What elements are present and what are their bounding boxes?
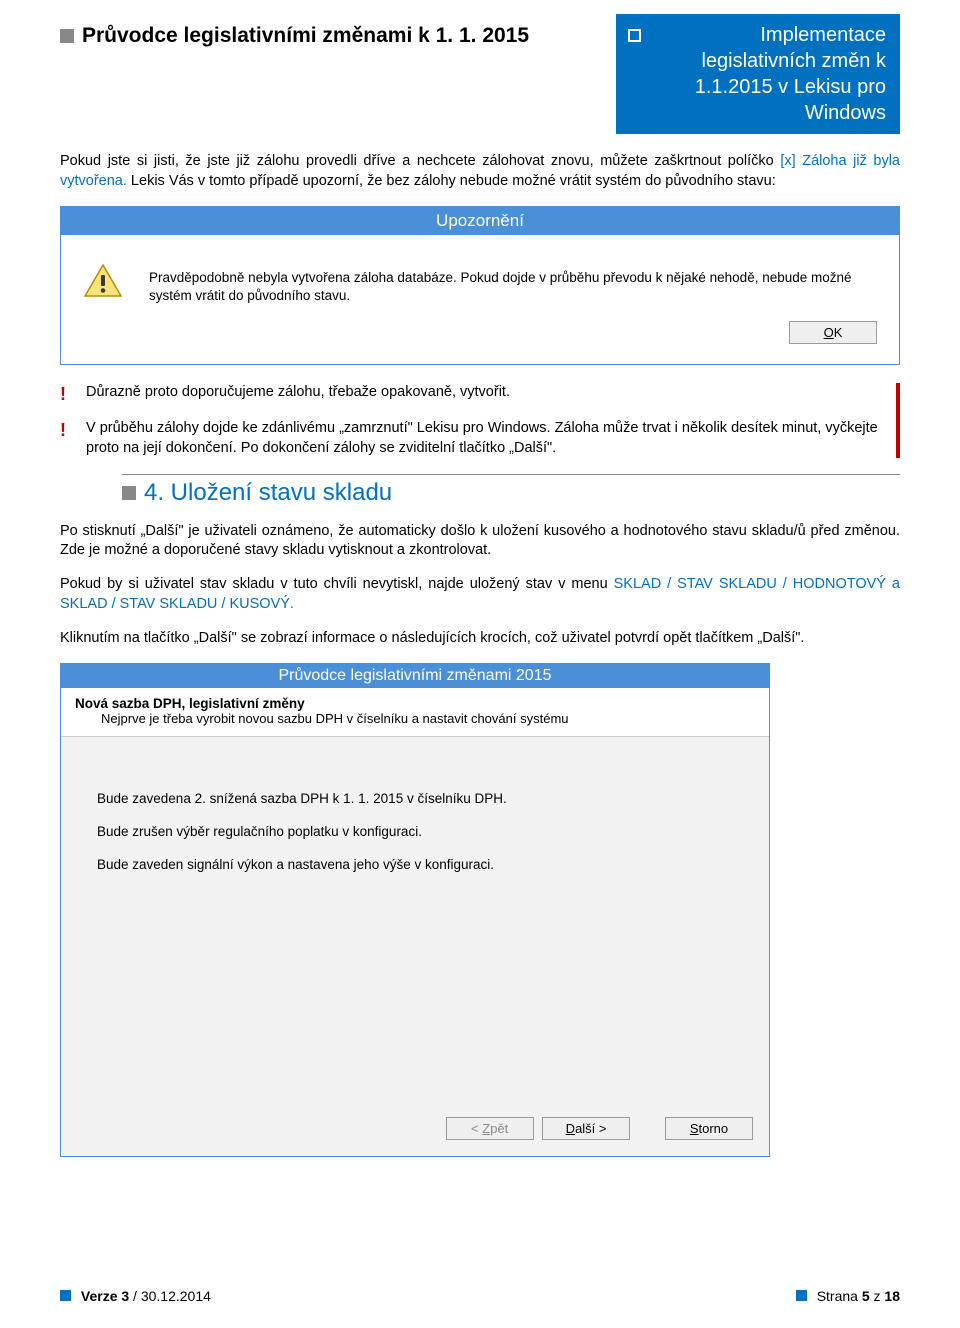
page-header: Průvodce legislativními změnami k 1. 1. … xyxy=(60,14,900,134)
section-4-heading: 4. Uložení stavu skladu xyxy=(122,474,900,507)
exclamation-icon: ! xyxy=(60,383,86,403)
section-4-p3: Kliknutím na tlačítko „Další" se zobrazí… xyxy=(60,629,900,649)
footer-right: Strana 5 z 18 xyxy=(817,1288,900,1304)
warning-triangle-icon xyxy=(83,263,123,299)
wizard-title: Průvodce legislativními změnami 2015 xyxy=(61,664,769,688)
square-bullet-small-icon xyxy=(796,1290,807,1301)
warning-dialog-title: Upozornění xyxy=(61,207,899,235)
cancel-button[interactable]: Storno xyxy=(665,1117,753,1140)
square-bullet-small-icon xyxy=(60,1290,71,1301)
wizard-body-line: Bude zavedena 2. snížená sazba DPH k 1. … xyxy=(97,791,749,806)
wizard-body-line: Bude zaveden signální výkon a nastavena … xyxy=(97,857,749,872)
wizard-step-title: Nová sazba DPH, legislativní změny xyxy=(75,696,755,711)
footer-left: Verze 3 / 30.12.2014 xyxy=(81,1288,211,1304)
back-button[interactable]: < Zpět xyxy=(446,1117,534,1140)
wizard-step-subtitle: Nejprve je třeba vyrobit novou sazbu DPH… xyxy=(75,711,755,726)
warning-dialog-message: Pravděpodobně nebyla vytvořena záloha da… xyxy=(149,269,877,305)
wizard-dialog: Průvodce legislativními změnami 2015 Nov… xyxy=(60,663,770,1157)
wizard-body-line: Bude zrušen výběr regulačního poplatku v… xyxy=(97,824,749,839)
ok-button[interactable]: OK xyxy=(789,321,877,344)
doc-title-right: Implementace legislativních změn k 1.1.2… xyxy=(649,22,886,126)
important-notes-block: ! Důrazně proto doporučujeme zálohu, tře… xyxy=(60,383,900,458)
section-4-p1: Po stisknutí „Další" je uživateli oznáme… xyxy=(60,522,900,561)
section-4-title: 4. Uložení stavu skladu xyxy=(144,479,392,507)
section-4-p2a: Pokud by si uživatel stav skladu v tuto … xyxy=(60,576,614,592)
square-bullet-icon xyxy=(122,486,136,500)
square-bullet-icon xyxy=(60,29,74,43)
page-footer: Verze 3 / 30.12.2014 Strana 5 z 18 xyxy=(60,1288,900,1304)
section-4-p2: Pokud by si uživatel stav skladu v tuto … xyxy=(60,575,900,614)
important-note-2: V průběhu zálohy dojde ke zdánlivému „za… xyxy=(86,419,886,458)
important-note-1: Důrazně proto doporučujeme zálohu, třeba… xyxy=(86,383,510,403)
exclamation-icon: ! xyxy=(60,419,86,439)
next-button[interactable]: Další > xyxy=(542,1117,630,1140)
intro-text-a: Pokud jste si jisti, že jste již zálohu … xyxy=(60,153,780,169)
intro-paragraph: Pokud jste si jisti, že jste již zálohu … xyxy=(60,152,900,191)
square-bullet-white-icon xyxy=(628,29,641,42)
wizard-body: Bude zavedena 2. snížená sazba DPH k 1. … xyxy=(61,737,769,1117)
warning-dialog: Upozornění Pravděpodobně nebyla vytvořen… xyxy=(60,206,900,365)
doc-title-left: Průvodce legislativními změnami k 1. 1. … xyxy=(82,24,529,48)
intro-text-b: Lekis Vás v tomto případě upozorní, že b… xyxy=(127,173,776,189)
doc-title-right-box: Implementace legislativních změn k 1.1.2… xyxy=(616,14,900,134)
